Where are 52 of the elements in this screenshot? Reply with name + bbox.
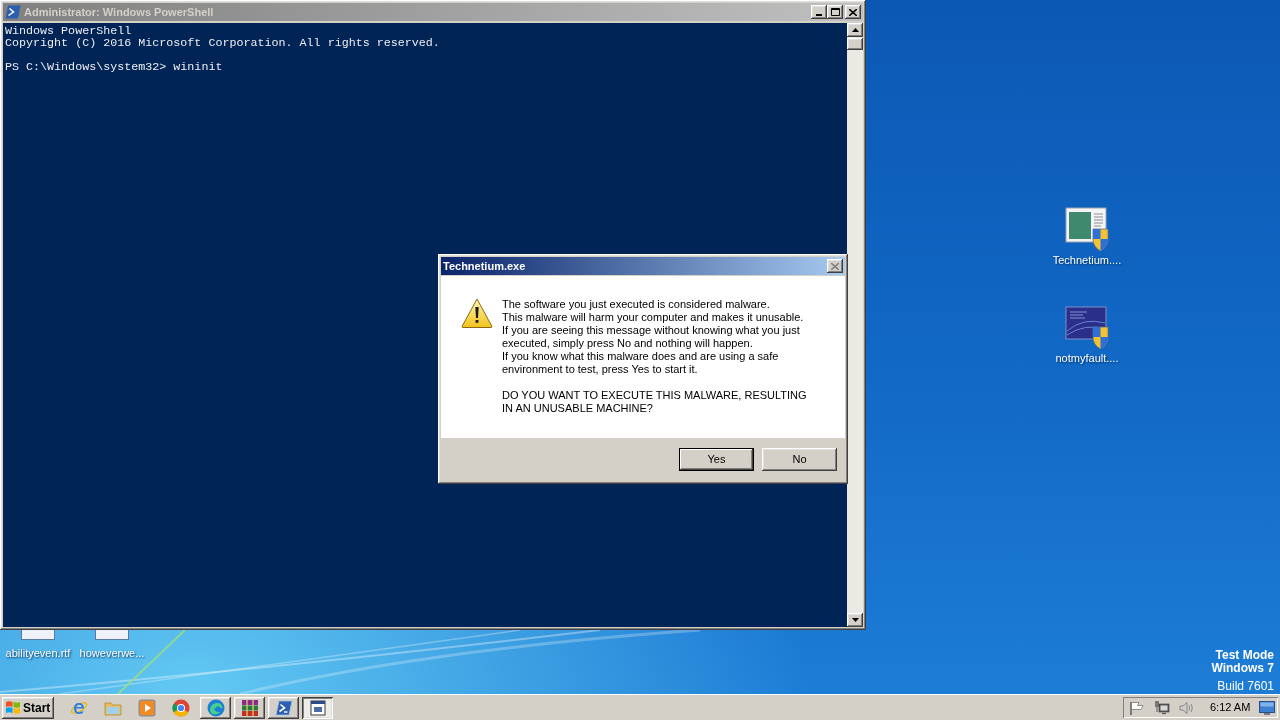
minimize-icon (816, 14, 822, 16)
close-button[interactable] (827, 259, 843, 273)
scrollbar-track[interactable] (847, 23, 863, 627)
circle-logo-icon[interactable] (172, 698, 190, 717)
up-arrow-icon (851, 28, 859, 32)
taskbar-button[interactable] (302, 696, 333, 719)
wave-logo-icon (206, 698, 225, 717)
taskbar-button[interactable] (268, 696, 299, 719)
stacked-books-icon (240, 698, 259, 717)
dialog-button[interactable]: No (762, 448, 837, 471)
network-icon[interactable] (1154, 700, 1170, 715)
message-text: If you are seeing this message without knowing what you just executed, simply press No and nothing will happen. (502, 324, 801, 350)
scroll-up-button[interactable] (847, 23, 863, 37)
clock-time[interactable]: 6:12 AM (1210, 699, 1251, 716)
taskbar-button[interactable] (200, 696, 231, 719)
down-arrow-icon (851, 618, 859, 622)
window-icon (309, 699, 326, 716)
message-text: If you know what this malware does and are using a safe environment to test, press Yes to start it. (502, 350, 780, 376)
terminal-prompt-icon (5, 5, 21, 19)
play-icon[interactable] (138, 698, 156, 717)
message-text: This malware will harm your computer and makes it unusable. (502, 311, 805, 324)
message-text: The software you just executed is considered malware. (502, 298, 771, 311)
taskbar-button[interactable] (234, 696, 265, 719)
dialog-button[interactable]: Yes (679, 448, 754, 471)
desktop-status-text: Test Mode (1215, 649, 1274, 662)
document-icon[interactable] (95, 630, 129, 640)
maximize-icon (830, 8, 840, 16)
maximize-button[interactable] (827, 5, 843, 19)
flag-icon[interactable] (1129, 700, 1145, 715)
console-line: PS C:\Windows\system32> wininit (5, 61, 223, 73)
desktop-status-text: Windows 7 (1211, 662, 1274, 675)
program-window-icon[interactable] (1065, 207, 1109, 251)
screen-image-icon[interactable] (1065, 305, 1109, 349)
minimize-button[interactable] (811, 5, 827, 19)
console-line: Windows PowerShell (5, 25, 132, 37)
window-title: Technetium.exe (443, 259, 526, 273)
console-line: Copyright (C) 2016 Microsoft Corporation. All rights reserved. (5, 37, 440, 49)
windows-flag-icon (5, 700, 21, 715)
close-button[interactable] (845, 5, 861, 19)
warning-icon (461, 298, 493, 328)
document-icon[interactable] (21, 630, 55, 640)
start-button[interactable]: Start (2, 696, 54, 719)
question-text: DO YOU WANT TO EXECUTE THIS MALWARE, RESULTING IN AN UNUSABLE MACHINE? (502, 389, 808, 415)
desktop-icon-label[interactable]: notmyfault.... (1055, 352, 1119, 365)
show-desktop-icon[interactable] (1259, 700, 1275, 715)
close-icon (849, 8, 857, 16)
window-title: Administrator: Windows PowerShell (24, 5, 214, 19)
terminal-prompt-icon (274, 699, 293, 716)
desktop-status-text: Build 7601 (1217, 680, 1274, 693)
scroll-thumb[interactable] (847, 38, 863, 50)
desktop-icon-label[interactable]: Technetium.... (1052, 254, 1122, 267)
scroll-down-button[interactable] (847, 613, 863, 627)
